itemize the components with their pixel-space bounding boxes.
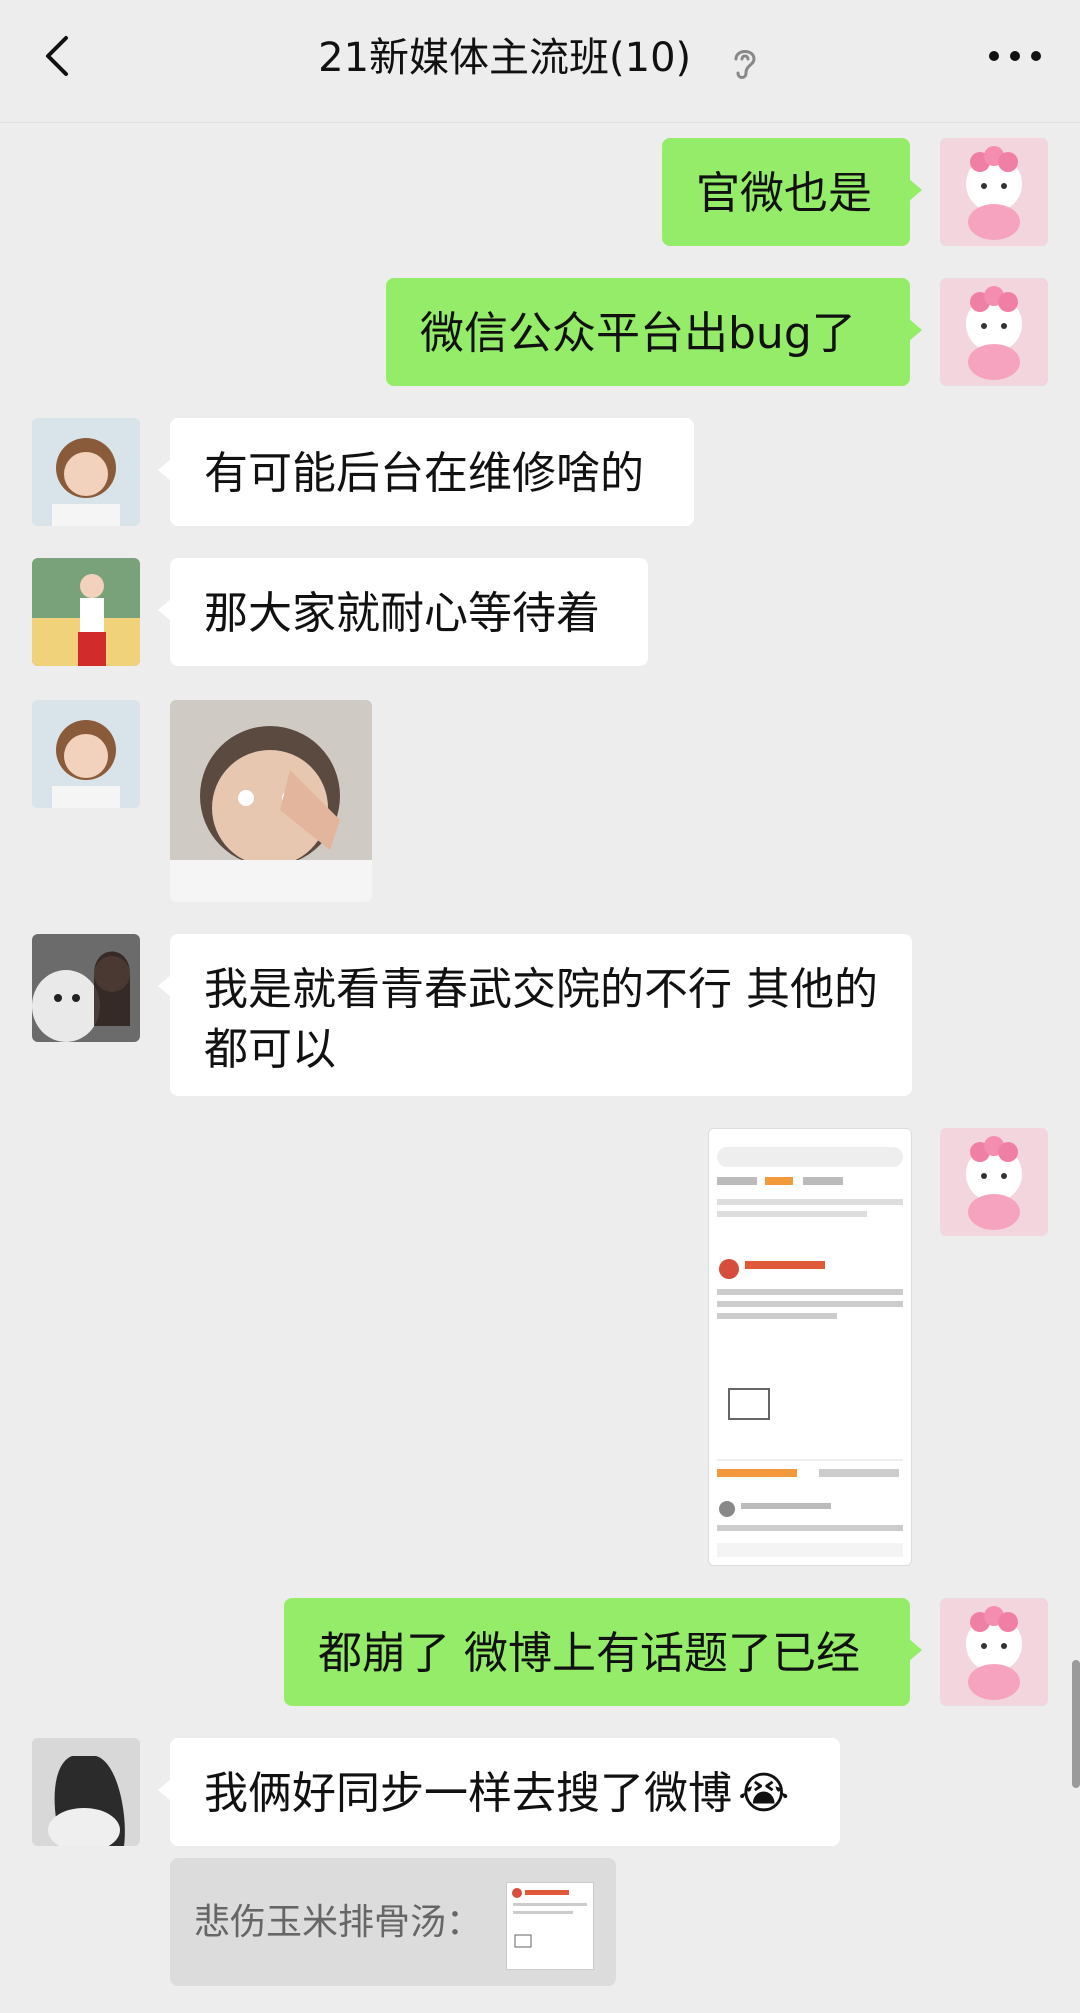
avatar-me[interactable] (940, 1598, 1048, 1706)
avatar-contact[interactable] (32, 700, 140, 808)
ear-icon (728, 40, 762, 80)
quote-thumbnail (506, 1882, 594, 1970)
message-text: 都崩了 微博上有话题了已经 (318, 1628, 860, 1679)
avatar-me[interactable] (940, 138, 1048, 246)
avatar-me[interactable] (940, 1128, 1048, 1236)
chat-header: 21新媒体主流班(10) (0, 0, 1080, 123)
more-button[interactable] (980, 36, 1050, 76)
scrollbar[interactable] (1072, 1660, 1080, 1788)
crying-emoji-icon: 😭 (738, 1768, 790, 1819)
message-text: 我是就看青春武交院的不行 其他的都可以 (204, 964, 878, 1075)
message-bubble-right[interactable]: 官微也是 (662, 138, 922, 246)
message-text: 官微也是 (696, 168, 872, 219)
message-bubble-right[interactable]: 微信公众平台出bug了 (386, 278, 922, 386)
message-image-sticker[interactable] (170, 700, 372, 902)
chat-title: 21新媒体主流班(10) (318, 35, 692, 81)
avatar-contact[interactable] (32, 558, 140, 666)
message-text: 我俩好同步一样去搜了微博 (204, 1768, 732, 1819)
message-bubble-left[interactable]: 那大家就耐心等待着 (158, 558, 648, 666)
avatar-contact[interactable] (32, 418, 140, 526)
message-text: 微信公众平台出bug了 (420, 308, 856, 359)
avatar-me[interactable] (940, 278, 1048, 386)
message-bubble-left[interactable]: 我俩好同步一样去搜了微博 😭 (158, 1738, 840, 1846)
avatar-contact[interactable] (32, 934, 140, 1042)
avatar-contact[interactable] (32, 1738, 140, 1846)
quote-author: 悲伤玉米排骨汤： (194, 1902, 483, 1943)
message-bubble-right[interactable]: 都崩了 微博上有话题了已经 (284, 1598, 922, 1706)
chat-title-wrap: 21新媒体主流班(10) (0, 28, 1080, 88)
message-image-screenshot[interactable] (708, 1128, 912, 1566)
message-text: 那大家就耐心等待着 (204, 588, 600, 639)
more-dots-icon (989, 51, 1041, 61)
message-bubble-left[interactable]: 有可能后台在维修啥的 (158, 418, 694, 526)
message-bubble-left[interactable]: 我是就看青春武交院的不行 其他的都可以 (158, 934, 912, 1096)
quoted-message[interactable]: 悲伤玉米排骨汤： (170, 1858, 616, 1986)
message-text: 有可能后台在维修啥的 (204, 448, 644, 499)
